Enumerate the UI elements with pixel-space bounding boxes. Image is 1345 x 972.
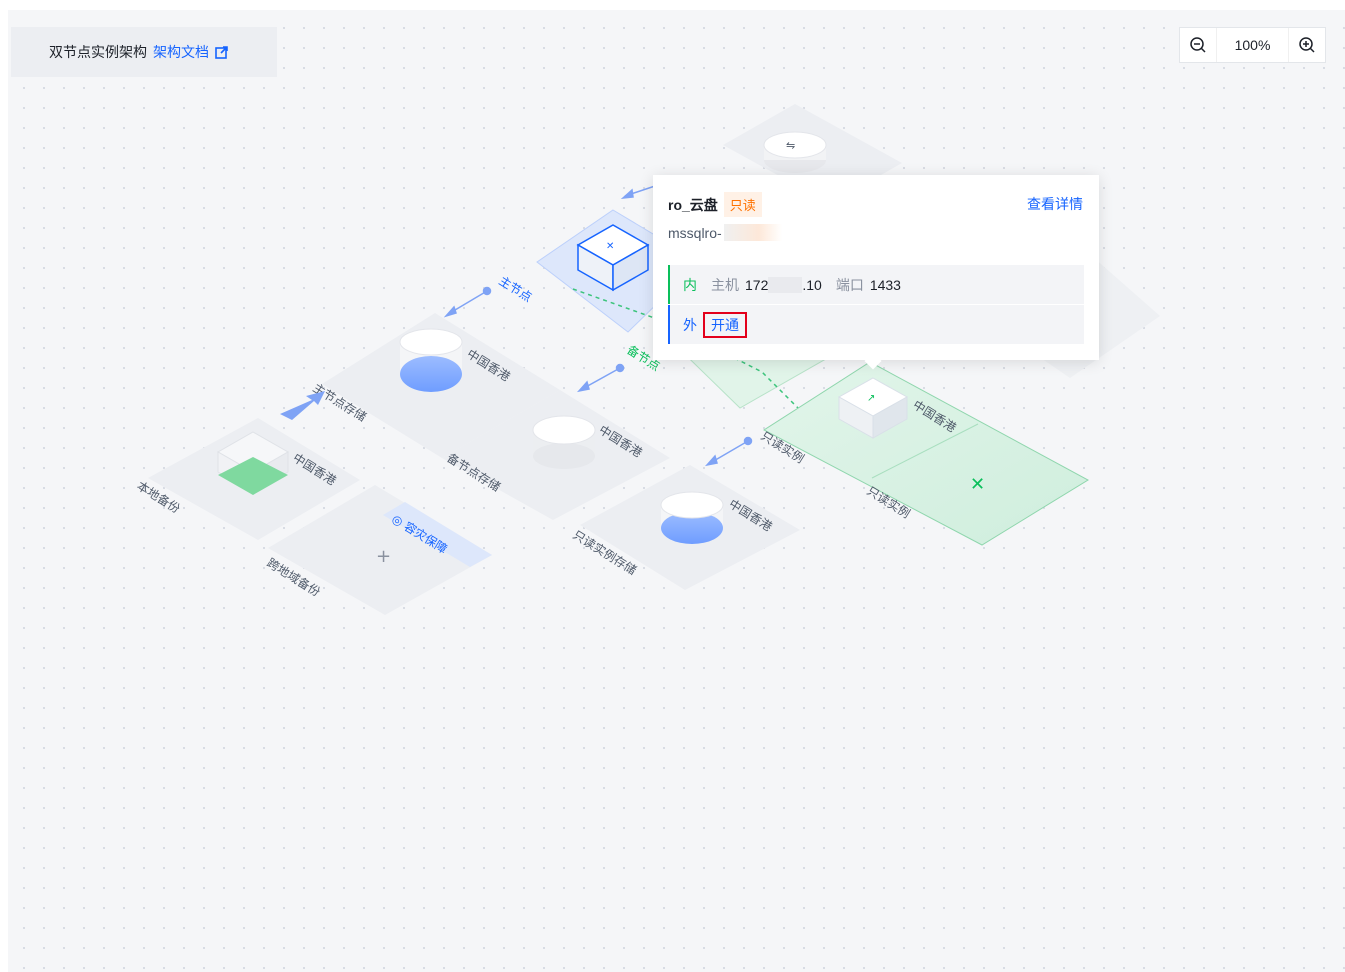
instance-name: ro_云盘: [668, 196, 718, 213]
zoom-in-button[interactable]: [1289, 28, 1325, 62]
view-details-link[interactable]: 查看详情: [1027, 194, 1083, 214]
host-value: 172.10: [745, 276, 822, 293]
zoom-in-icon: [1299, 37, 1315, 53]
svg-text:↗: ↗: [867, 393, 875, 404]
host-prefix: 172: [745, 276, 769, 293]
port-value: 1433: [869, 276, 901, 293]
zoom-level: 100%: [1216, 28, 1289, 62]
instance-popover: ro_云盘 只读 查看详情 mssqlro- 内 主机 172.10 端口 14…: [653, 175, 1099, 370]
host-mask: [768, 276, 803, 293]
architecture-diagram: ⇋ ✕ 主节点 备节点 ↗ 中国香港 ✕ 只读实例 只读实例 中国香港 主节点存…: [134, 104, 1160, 615]
architecture-doc-link[interactable]: 架构文档: [153, 42, 228, 62]
instance-id-prefix: mssqlro-: [668, 224, 722, 241]
standby-storage-disk: [532, 415, 596, 469]
zoom-out-button[interactable]: [1180, 28, 1216, 62]
zoom-control: 100%: [1179, 27, 1326, 63]
host-suffix: .10: [802, 276, 822, 293]
readonly-storage-disk: [660, 491, 724, 544]
header-card: 双节点实例架构 架构文档: [11, 27, 277, 77]
instance-id-mask: [723, 224, 782, 241]
external-link-icon: [215, 45, 228, 59]
svg-text:⇋: ⇋: [786, 139, 795, 152]
internal-network-row: 内 主机 172.10 端口 1433: [668, 265, 1084, 304]
readonly-instance-tile[interactable]: [763, 361, 1090, 546]
primary-node-label: 主节点: [496, 274, 534, 305]
zoom-out-icon: [1190, 37, 1206, 53]
internal-label: 内: [683, 276, 697, 293]
host-label: 主机: [711, 276, 739, 293]
instance-id: mssqlro-: [668, 224, 782, 241]
popover-title: ro_云盘 只读: [668, 192, 762, 217]
readonly-tag: 只读: [723, 192, 762, 217]
svg-text:✕: ✕: [606, 241, 614, 252]
doc-link-label: 架构文档: [153, 44, 209, 60]
external-label: 外: [683, 316, 697, 333]
page-title: 双节点实例架构: [49, 44, 147, 60]
backup-flow-arrow: [280, 391, 325, 420]
add-cross-region-icon[interactable]: +: [376, 546, 391, 567]
top-node-disk: ⇋: [763, 131, 827, 173]
port-label: 端口: [835, 276, 864, 293]
external-network-row: 外 开通: [668, 305, 1084, 344]
add-readonly-icon[interactable]: ✕: [970, 474, 985, 495]
primary-storage-disk: [399, 328, 463, 392]
enable-external-button[interactable]: 开通: [703, 311, 747, 338]
